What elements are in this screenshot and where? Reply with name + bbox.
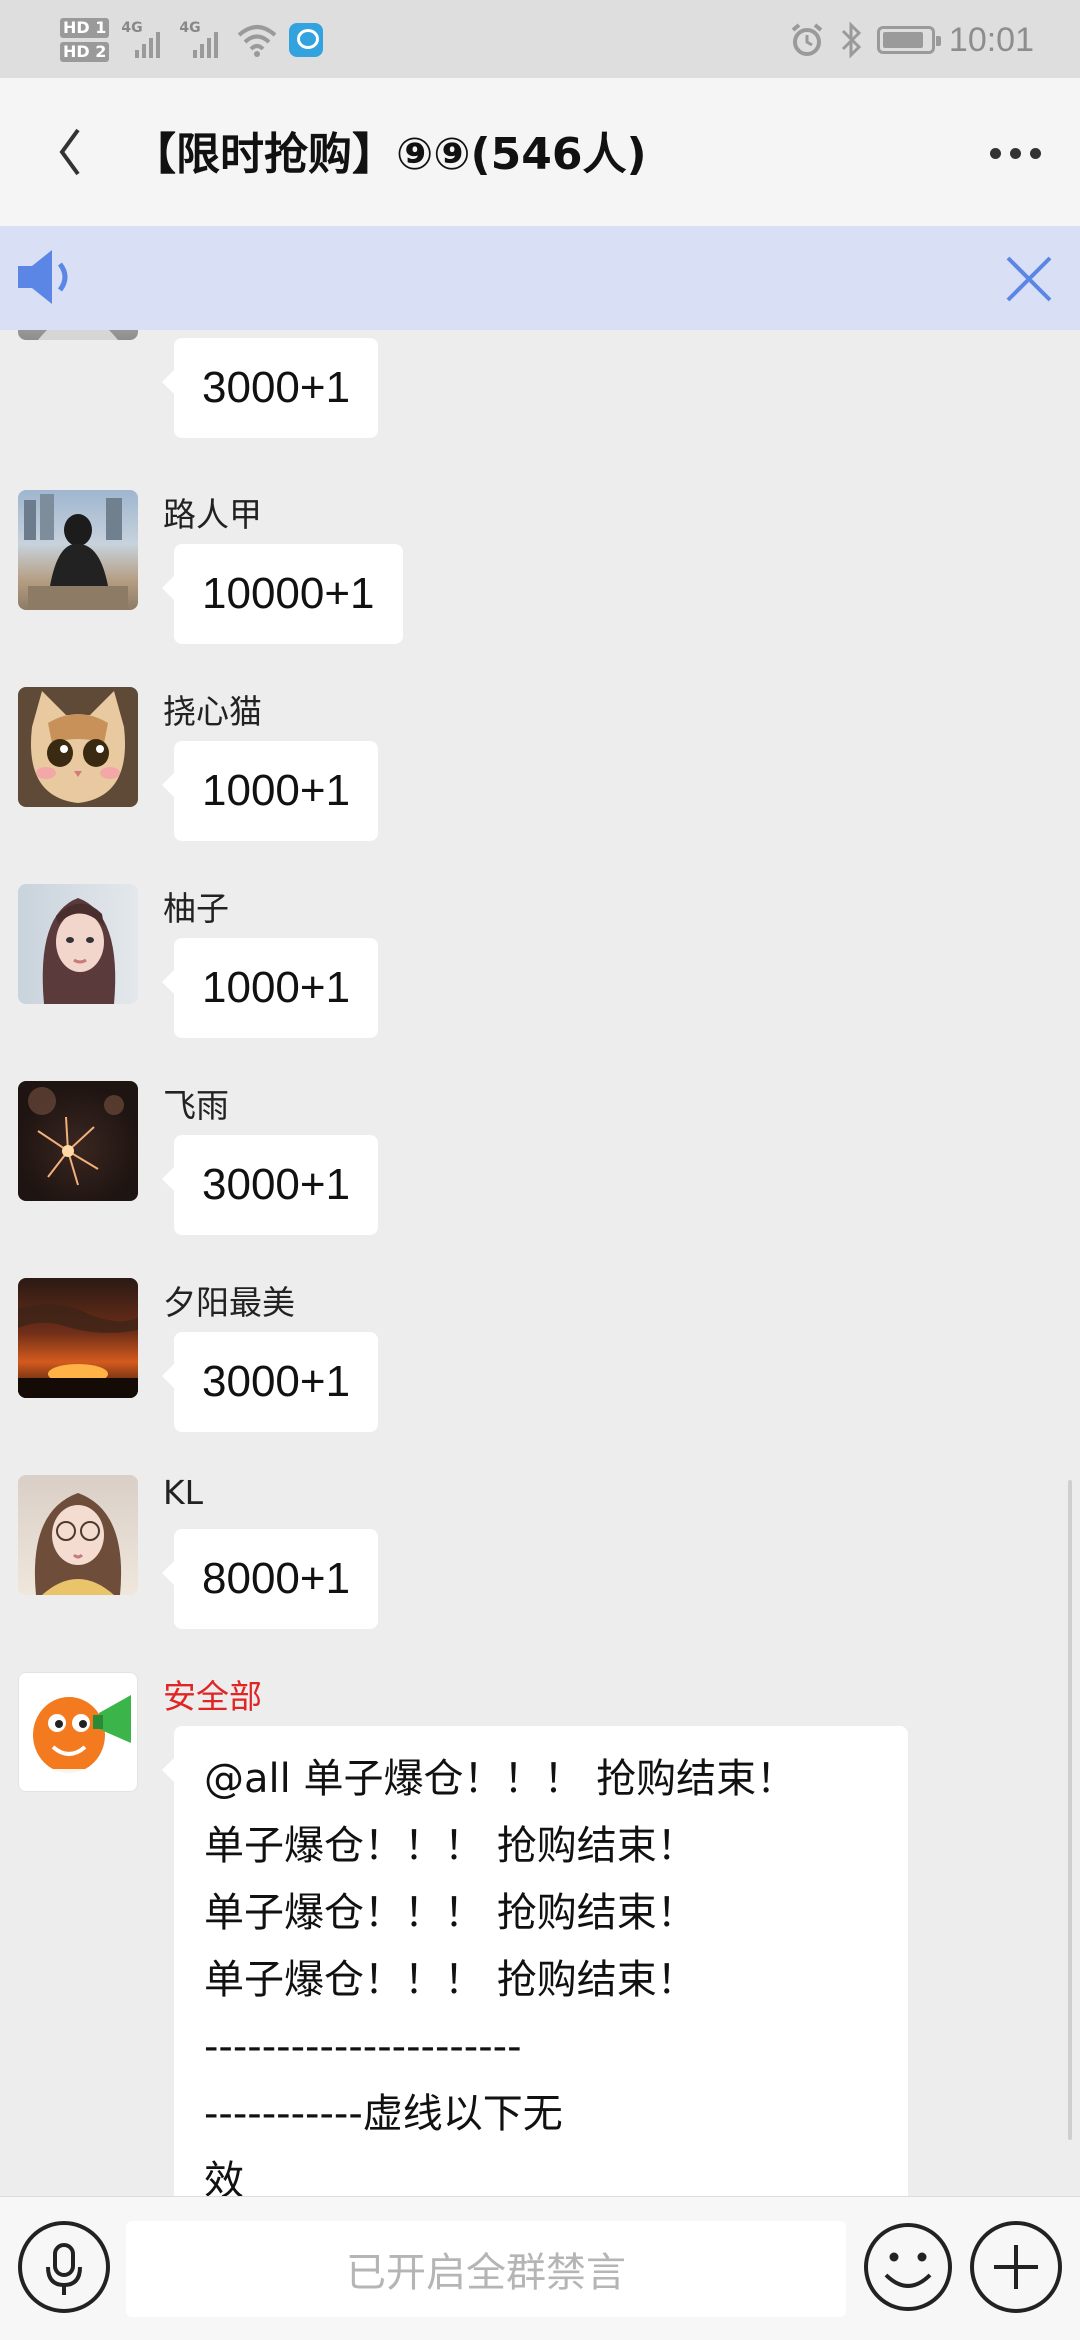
hd-indicator: HD 1 HD 2 [60,18,110,62]
message-line: ---------------------- [204,2024,522,2070]
announcement-bar[interactable] [0,226,1080,330]
message-line: 单子爆仓！！！ 抢购结束！ [204,1890,697,1936]
chat-header: 【限时抢购】⑨⑨(546人) [0,78,1080,226]
hd2-badge: HD 2 [60,42,110,62]
signal-1-icon: 4G [121,20,167,60]
sender-name: 路人甲 [163,495,262,534]
sender-name: 挠心猫 [163,692,262,731]
message-bubble[interactable]: 1000+1 [161,741,379,841]
speaker-icon [18,250,68,304]
battery-icon [876,26,941,54]
message-line: 单子爆仓！！！ 抢购结束！ [204,1823,697,1869]
sender-name: 飞雨 [163,1086,229,1125]
message-line: @all 单子爆仓！！！ 抢购结束！ [204,1756,797,1802]
sender-name: 柚子 [163,889,229,928]
scrollbar[interactable] [1068,1480,1072,2140]
signal-2-icon: 4G [179,20,225,60]
message-bubble[interactable]: 10000+1 [162,544,403,644]
avatar[interactable] [18,330,138,340]
status-bar: HD 1 HD 2 4G 4G 10:01 [0,0,1080,78]
sender-name: KL [163,1473,204,1512]
hd1-badge: HD 1 [60,18,110,38]
avatar[interactable] [18,687,138,807]
message-bubble[interactable]: @all 单子爆仓！！！ 抢购结束！ 单子爆仓！！！ 抢购结束！ 单子爆仓！！！… [162,1726,908,2196]
bluetooth-icon [841,21,862,59]
sender-name: 夕阳最美 [163,1283,295,1322]
message-line: 单子爆仓！！！ 抢购结束！ [204,1957,697,2003]
more-dots-icon[interactable] [980,128,1050,178]
page-title: 【限时抢购】⑨⑨(546人) [132,129,647,180]
wifi-icon [238,25,277,57]
input-bar: 已开启全群禁言 [0,2196,1080,2340]
message-bubble[interactable]: 8000+1 [161,1529,379,1629]
message-bubble[interactable]: 3000+1 [161,338,379,438]
alarm-icon [791,23,823,56]
message-line: 效 [204,2158,244,2196]
chat-messages[interactable]: 3000+1 路人甲 10000+1 挠心猫 1000+1 柚子 1000+1 … [0,330,1080,2196]
sender-name: 安全部 [163,1677,262,1716]
avatar[interactable] [18,1081,138,1201]
avatar[interactable] [18,1672,138,1792]
chevron-left-icon[interactable] [48,124,98,180]
microphone-icon[interactable] [18,2221,110,2313]
message-bubble[interactable]: 3000+1 [161,1135,379,1235]
avatar[interactable] [18,884,138,1004]
plus-icon[interactable] [970,2221,1062,2313]
app-notification-icon [289,23,324,57]
status-time: 10:01 [948,20,1034,59]
message-input[interactable]: 已开启全群禁言 [126,2221,846,2317]
status-right: 10:01 [789,18,1034,62]
status-left: HD 1 HD 2 4G 4G [60,12,324,68]
avatar[interactable] [18,1475,138,1595]
message-line: -----------虚线以下无 [204,2091,563,2137]
avatar[interactable] [18,1278,138,1398]
smiley-icon[interactable] [862,2221,954,2313]
message-bubble[interactable]: 3000+1 [161,1332,379,1432]
close-icon[interactable] [998,248,1060,310]
avatar[interactable] [18,490,138,610]
message-bubble[interactable]: 1000+1 [161,938,379,1038]
